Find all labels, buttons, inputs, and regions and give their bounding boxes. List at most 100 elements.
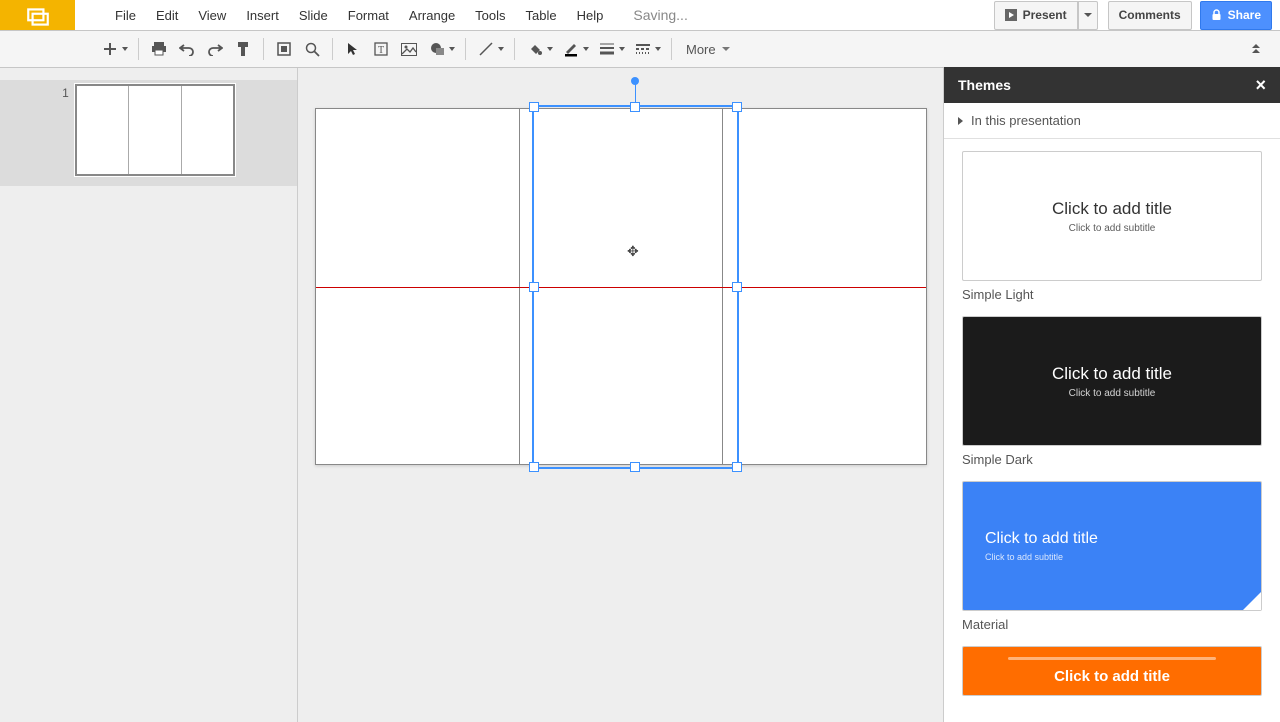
- resize-handle-tl[interactable]: [529, 102, 539, 112]
- comments-label: Comments: [1119, 8, 1181, 22]
- present-dropdown[interactable]: [1078, 1, 1098, 30]
- line-weight-button[interactable]: [593, 36, 621, 62]
- separator: [332, 38, 333, 60]
- share-label: Share: [1228, 8, 1261, 22]
- resize-handle-tr[interactable]: [732, 102, 742, 112]
- line-caret-icon[interactable]: [498, 47, 504, 51]
- line-color-caret-icon[interactable]: [583, 47, 589, 51]
- redo-button[interactable]: [201, 36, 229, 62]
- theme-simple-light[interactable]: Click to add title Click to add subtitle…: [962, 151, 1262, 302]
- corner-fold-icon: [1243, 592, 1261, 610]
- menu-format[interactable]: Format: [338, 0, 399, 30]
- resize-handle-bl[interactable]: [529, 462, 539, 472]
- line-dash-caret-icon[interactable]: [655, 47, 661, 51]
- resize-handle-bm[interactable]: [630, 462, 640, 472]
- menu-tools[interactable]: Tools: [465, 0, 515, 30]
- print-button[interactable]: [145, 36, 173, 62]
- select-tool[interactable]: [339, 36, 367, 62]
- undo-button[interactable]: [173, 36, 201, 62]
- triangle-right-icon: [958, 117, 963, 125]
- resize-handle-br[interactable]: [732, 462, 742, 472]
- image-tool[interactable]: [395, 36, 423, 62]
- resize-handle-ml[interactable]: [529, 282, 539, 292]
- menu-file[interactable]: File: [105, 0, 146, 30]
- theme-preview-title: Click to add title: [1052, 199, 1172, 219]
- menu-slide[interactable]: Slide: [289, 0, 338, 30]
- comments-button[interactable]: Comments: [1108, 1, 1192, 30]
- theme-orange[interactable]: Click to add title: [962, 646, 1262, 696]
- rotation-handle[interactable]: [631, 77, 639, 85]
- app-logo[interactable]: [0, 0, 75, 30]
- theme-simple-dark[interactable]: Click to add title Click to add subtitle…: [962, 316, 1262, 467]
- themes-section-label: In this presentation: [971, 113, 1081, 128]
- theme-name: Material: [962, 617, 1262, 632]
- new-slide-button[interactable]: [96, 36, 124, 62]
- line-color-button[interactable]: [557, 36, 585, 62]
- theme-material[interactable]: Click to add title Click to add subtitle…: [962, 481, 1262, 632]
- theme-preview-subtitle: Click to add subtitle: [985, 552, 1063, 562]
- theme-preview: Click to add title Click to add subtitle: [962, 481, 1262, 611]
- resize-handle-mr[interactable]: [732, 282, 742, 292]
- theme-accent-rule: [1008, 657, 1217, 660]
- theme-preview: Click to add title Click to add subtitle: [962, 316, 1262, 446]
- line-tool[interactable]: [472, 36, 500, 62]
- separator: [263, 38, 264, 60]
- theme-preview-subtitle: Click to add subtitle: [1069, 223, 1156, 234]
- theme-preview: Click to add title: [962, 646, 1262, 696]
- menu-bar: File Edit View Insert Slide Format Arran…: [0, 0, 1280, 31]
- zoom-fit-button[interactable]: [270, 36, 298, 62]
- menu-items: File Edit View Insert Slide Format Arran…: [105, 0, 688, 30]
- thumbnail-number: 1: [62, 86, 69, 100]
- more-label: More: [686, 42, 716, 57]
- slides-logo-icon: [24, 4, 52, 30]
- paint-format-button[interactable]: [229, 36, 257, 62]
- menu-edit[interactable]: Edit: [146, 0, 188, 30]
- separator: [671, 38, 672, 60]
- menu-view[interactable]: View: [188, 0, 236, 30]
- close-themes-button[interactable]: ×: [1255, 76, 1266, 94]
- menu-insert[interactable]: Insert: [236, 0, 289, 30]
- header-actions: Present Comments Share: [994, 0, 1280, 30]
- themes-title: Themes: [958, 77, 1011, 93]
- zoom-button[interactable]: [298, 36, 326, 62]
- menu-table[interactable]: Table: [516, 0, 567, 30]
- slide-canvas[interactable]: ✥: [315, 108, 927, 465]
- shape-caret-icon[interactable]: [449, 47, 455, 51]
- caret-down-icon: [722, 47, 730, 51]
- themes-section-header[interactable]: In this presentation: [944, 103, 1280, 139]
- thumbnail-item[interactable]: 1: [0, 80, 297, 186]
- fill-color-button[interactable]: [521, 36, 549, 62]
- move-cursor-icon: ✥: [627, 243, 639, 260]
- line-dash-button[interactable]: [629, 36, 657, 62]
- theme-preview-subtitle: Click to add subtitle: [1069, 388, 1156, 399]
- line-weight-caret-icon[interactable]: [619, 47, 625, 51]
- themes-header: Themes ×: [944, 67, 1280, 103]
- share-button[interactable]: Share: [1200, 1, 1272, 30]
- more-button[interactable]: More: [678, 42, 738, 57]
- theme-preview-title: Click to add title: [985, 530, 1098, 548]
- present-button[interactable]: Present: [994, 1, 1078, 30]
- themes-panel: Themes × In this presentation Click to a…: [943, 68, 1280, 722]
- selected-shape[interactable]: ✥: [532, 105, 739, 469]
- caret-down-icon: [1084, 13, 1092, 17]
- play-icon: [1005, 9, 1017, 21]
- separator: [514, 38, 515, 60]
- save-status: Saving...: [633, 7, 687, 23]
- textbox-tool[interactable]: T: [367, 36, 395, 62]
- slide-thumbnails: 1: [0, 68, 298, 722]
- theme-preview-title: Click to add title: [1052, 364, 1172, 384]
- new-slide-caret-icon[interactable]: [122, 47, 128, 51]
- shape-tool[interactable]: [423, 36, 451, 62]
- collapse-toolbar-button[interactable]: [1242, 42, 1270, 57]
- separator: [138, 38, 139, 60]
- menu-arrange[interactable]: Arrange: [399, 0, 465, 30]
- fill-caret-icon[interactable]: [547, 47, 553, 51]
- chevron-up-icon: [1252, 44, 1260, 54]
- toolbar: T More: [0, 31, 1280, 68]
- separator: [465, 38, 466, 60]
- workspace: 1 ✥: [0, 68, 1280, 722]
- menu-help[interactable]: Help: [567, 0, 614, 30]
- theme-preview-title: Click to add title: [1054, 668, 1170, 685]
- resize-handle-tm[interactable]: [630, 102, 640, 112]
- canvas-area[interactable]: ✥: [298, 68, 943, 722]
